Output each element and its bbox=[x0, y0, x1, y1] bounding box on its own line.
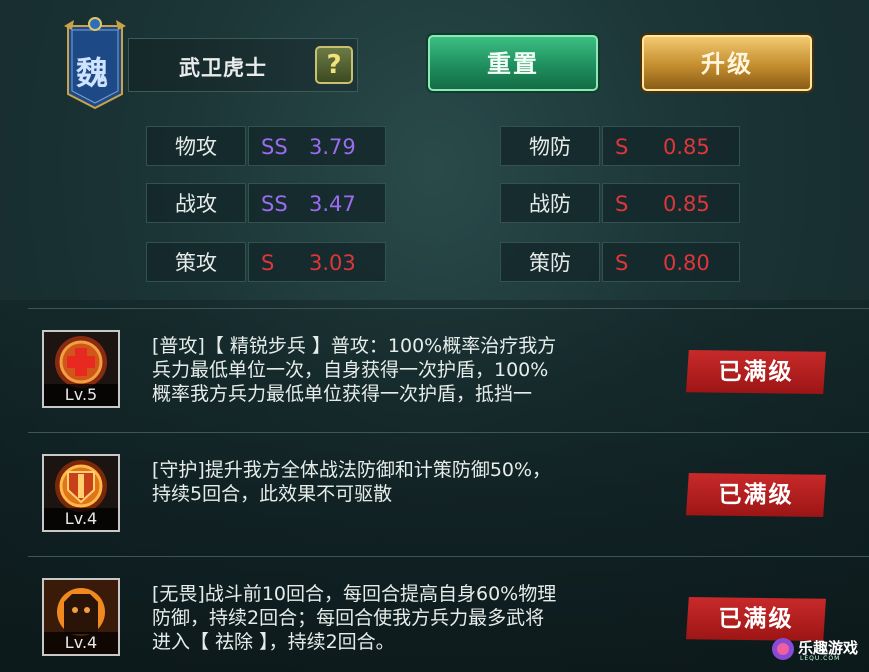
skill-level: Lv.4 bbox=[44, 632, 118, 654]
stat-label: 战攻 bbox=[146, 183, 246, 223]
stat-row: 策防 S 0.80 bbox=[500, 242, 740, 282]
stat-value: 0.80 bbox=[663, 251, 710, 275]
stat-label: 物攻 bbox=[146, 126, 246, 166]
stat-row: 战防 S 0.85 bbox=[500, 183, 740, 223]
stat-value-box: S 3.03 bbox=[248, 242, 386, 282]
stat-value: 3.47 bbox=[309, 192, 356, 216]
max-level-badge: 已满级 bbox=[686, 473, 826, 517]
skill-description: [普攻]【 精锐步兵 】普攻：100%概率治疗我方 兵力最低单位一次，自身获得一… bbox=[152, 334, 672, 406]
watermark-logo-icon bbox=[772, 638, 794, 660]
skill-level: Lv.5 bbox=[44, 384, 118, 406]
skill-icon-frame[interactable]: Lv.4 bbox=[42, 454, 120, 532]
stat-label: 策防 bbox=[500, 242, 600, 282]
stat-grade: SS bbox=[261, 192, 288, 216]
stat-value: 3.03 bbox=[309, 251, 356, 275]
stat-grade: SS bbox=[261, 135, 288, 159]
skill-description: [无畏]战斗前10回合，每回合提高自身60%物理 防御，持续2回合；每回合使我方… bbox=[152, 582, 672, 654]
stat-label: 物防 bbox=[500, 126, 600, 166]
skill-icon-frame[interactable]: Lv.4 bbox=[42, 578, 120, 656]
stat-value-box: SS 3.79 bbox=[248, 126, 386, 166]
stat-grade: S bbox=[615, 251, 629, 275]
stat-value-box: S 0.80 bbox=[602, 242, 740, 282]
stat-value: 3.79 bbox=[309, 135, 356, 159]
stat-label: 策攻 bbox=[146, 242, 246, 282]
skill-desc-line: 进入【 祛除 】，持续2回合。 bbox=[152, 631, 395, 653]
unit-name: 武卫虎士 bbox=[179, 56, 267, 80]
upgrade-button[interactable]: 升级 bbox=[642, 35, 812, 91]
stat-value-box: S 0.85 bbox=[602, 183, 740, 223]
stat-row: 物防 S 0.85 bbox=[500, 126, 740, 166]
skill-desc-line: 持续5回合，此效果不可驱散 bbox=[152, 483, 393, 505]
skill-desc-line: 概率我方兵力最低单位获得一次护盾，抵挡一 bbox=[152, 383, 533, 405]
max-level-badge: 已满级 bbox=[686, 350, 826, 394]
stat-value-box: S 0.85 bbox=[602, 126, 740, 166]
section-divider bbox=[28, 556, 869, 557]
section-divider bbox=[28, 308, 869, 309]
unit-name-panel: 武卫虎士 ? bbox=[128, 38, 358, 92]
faction-banner: 魏 bbox=[62, 16, 128, 112]
stat-row: 物攻 SS 3.79 bbox=[146, 126, 386, 166]
skill-desc-line: [普攻]【 精锐步兵 】普攻：100%概率治疗我方 bbox=[152, 335, 557, 357]
stat-value-box: SS 3.47 bbox=[248, 183, 386, 223]
skill-desc-line: [守护]提升我方全体战法防御和计策防御50%， bbox=[152, 459, 552, 481]
watermark-subtext: LEQU.COM bbox=[800, 655, 841, 662]
reset-button[interactable]: 重置 bbox=[428, 35, 598, 91]
stat-value: 0.85 bbox=[663, 135, 710, 159]
site-watermark: 乐趣游戏 LEQU.COM bbox=[770, 634, 869, 664]
stat-grade: S bbox=[261, 251, 275, 275]
stat-grade: S bbox=[615, 192, 629, 216]
skill-desc-line: 兵力最低单位一次，自身获得一次护盾，100% bbox=[152, 359, 549, 381]
stat-value: 0.85 bbox=[663, 192, 710, 216]
skill-level: Lv.4 bbox=[44, 508, 118, 530]
stat-row: 战攻 SS 3.47 bbox=[146, 183, 386, 223]
skill-desc-line: [无畏]战斗前10回合，每回合提高自身60%物理 bbox=[152, 583, 557, 605]
skill-icon-frame[interactable]: Lv.5 bbox=[42, 330, 120, 408]
help-button[interactable]: ? bbox=[315, 46, 353, 84]
stat-label: 战防 bbox=[500, 183, 600, 223]
stat-row: 策攻 S 3.03 bbox=[146, 242, 386, 282]
section-divider bbox=[28, 432, 869, 433]
stat-grade: S bbox=[615, 135, 629, 159]
skill-desc-line: 防御，持续2回合；每回合使我方兵力最多武将 bbox=[152, 607, 545, 629]
skill-description: [守护]提升我方全体战法防御和计策防御50%， 持续5回合，此效果不可驱散 bbox=[152, 458, 672, 506]
faction-char: 魏 bbox=[76, 54, 109, 92]
